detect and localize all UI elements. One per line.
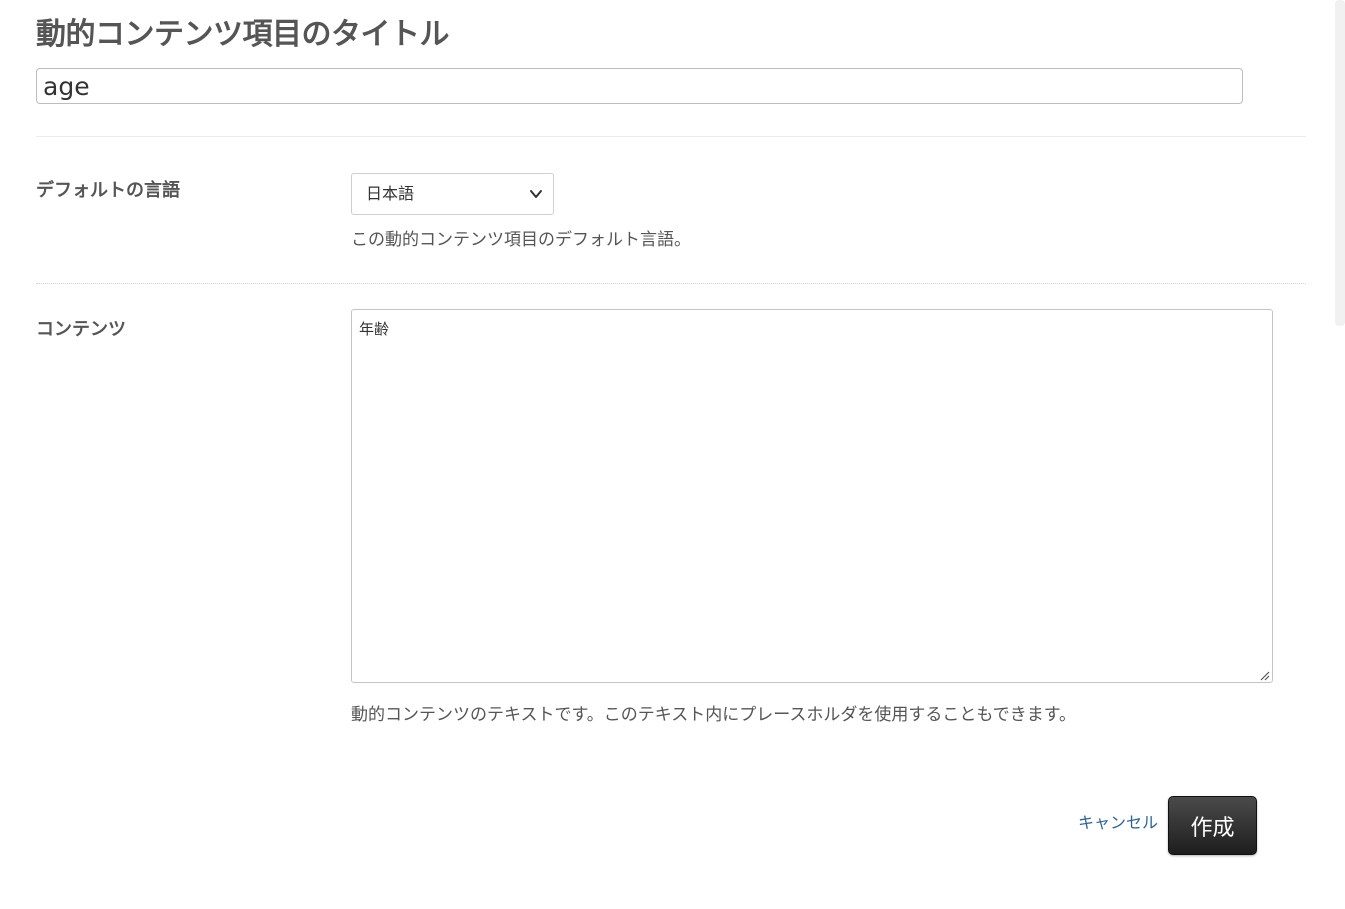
section-divider-dotted bbox=[36, 283, 1306, 284]
content-label: コンテンツ bbox=[36, 319, 126, 340]
chevron-down-icon bbox=[530, 190, 542, 198]
cancel-link[interactable]: キャンセル bbox=[1078, 812, 1158, 834]
default-language-label: デフォルトの言語 bbox=[36, 180, 180, 201]
create-button[interactable]: 作成 bbox=[1168, 796, 1257, 855]
resize-handle-icon[interactable] bbox=[1258, 669, 1270, 681]
dynamic-content-form: 動的コンテンツ項目のタイトル デフォルトの言語 日本語 この動的コンテンツ項目の… bbox=[0, 0, 1345, 909]
default-language-select[interactable]: 日本語 bbox=[351, 173, 554, 215]
section-divider bbox=[36, 136, 1306, 137]
content-textarea[interactable]: 年齢 bbox=[351, 309, 1273, 683]
default-language-selected-value: 日本語 bbox=[366, 184, 415, 203]
content-help: 動的コンテンツのテキストです。このテキスト内にプレースホルダを使用することもでき… bbox=[351, 705, 1077, 725]
title-field-label: 動的コンテンツ項目のタイトル bbox=[36, 17, 450, 52]
scrollbar-thumb[interactable] bbox=[1335, 0, 1345, 326]
default-language-help: この動的コンテンツ項目のデフォルト言語。 bbox=[351, 230, 691, 250]
title-input[interactable] bbox=[36, 68, 1243, 104]
